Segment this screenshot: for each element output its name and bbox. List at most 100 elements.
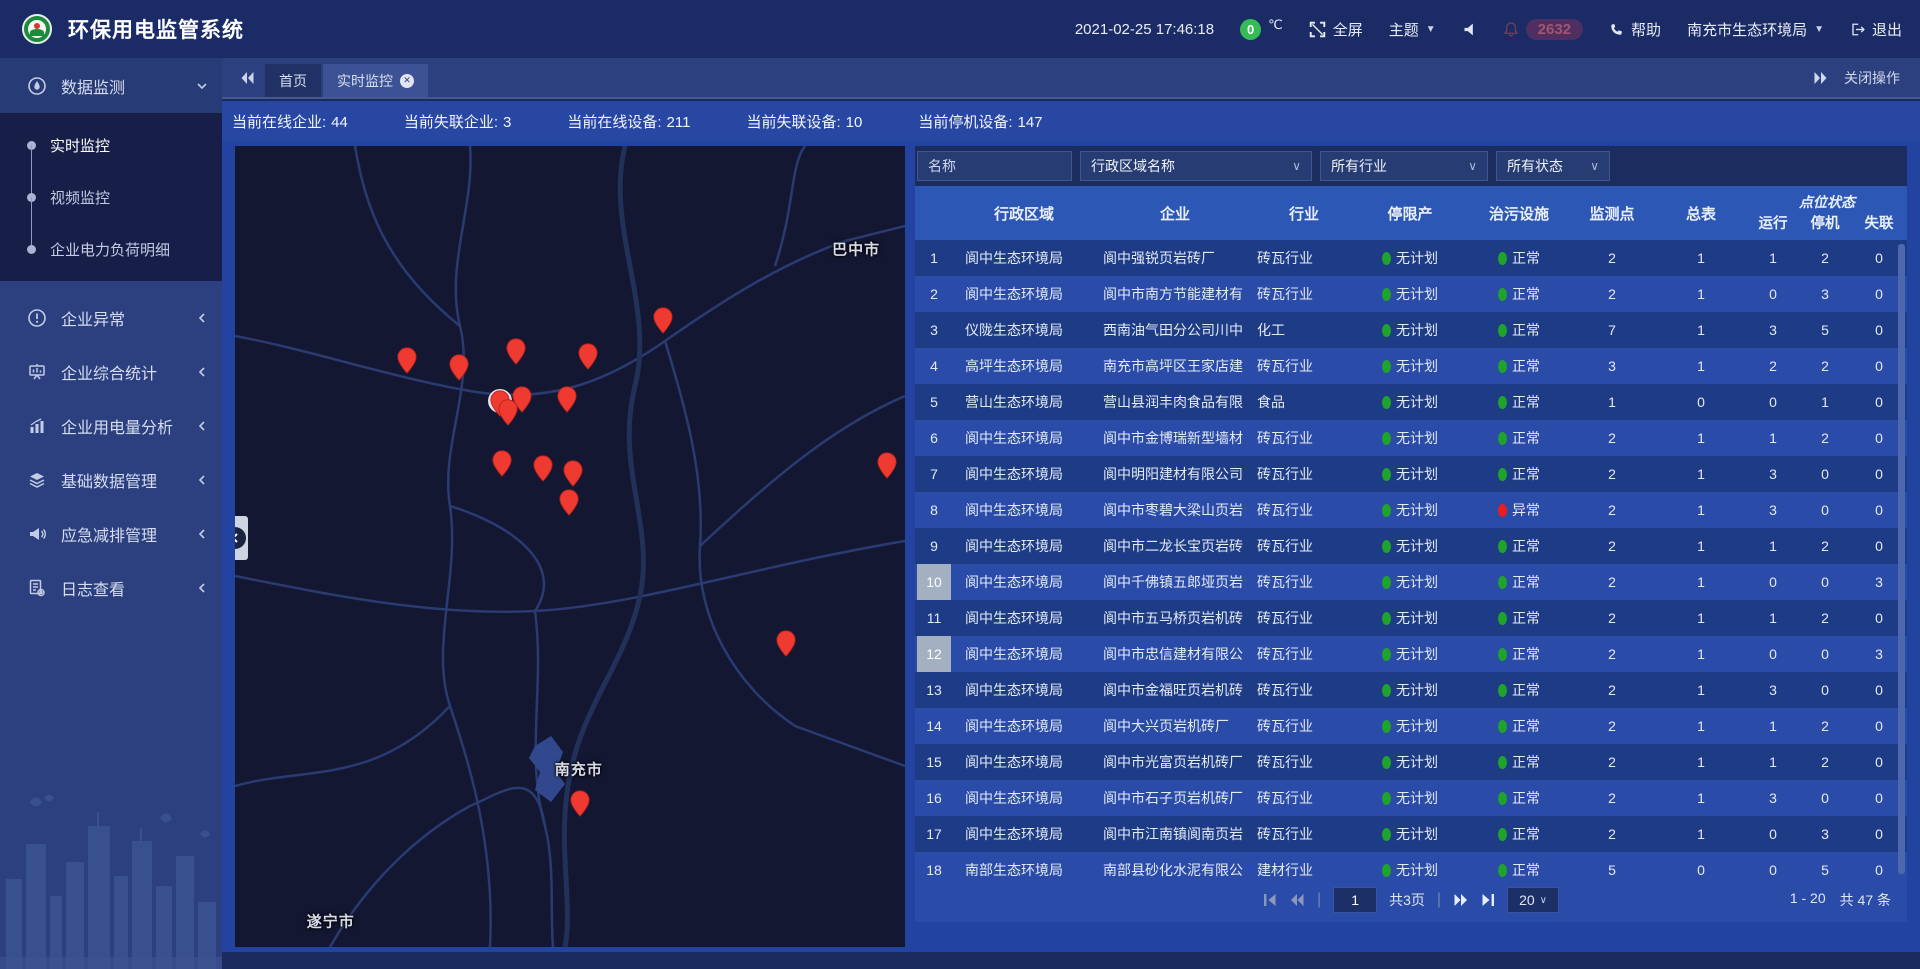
- map-pin[interactable]: [562, 460, 583, 487]
- chevron-left-icon: [196, 528, 208, 540]
- theme-dropdown[interactable]: 主题▼: [1389, 19, 1436, 40]
- sidebar-item-log-viewer[interactable]: 日志查看: [0, 561, 222, 615]
- name-search-input[interactable]: [917, 151, 1072, 181]
- vertical-scrollbar[interactable]: [1898, 244, 1905, 874]
- status-dot: [1382, 756, 1391, 769]
- map-pin[interactable]: [558, 489, 579, 516]
- cell-limit-status: 无计划: [1351, 644, 1469, 664]
- row-number: 17: [917, 816, 951, 852]
- map-pin[interactable]: [396, 347, 417, 374]
- tab-close-icon[interactable]: ✕: [400, 74, 414, 88]
- help-button[interactable]: 帮助: [1609, 19, 1661, 40]
- table-row[interactable]: 11 阆中生态环境局 阆中市五马桥页岩机砖 砖瓦行业 无计划 正常 2 1 1 …: [915, 600, 1907, 636]
- sidebar-item-video-monitoring[interactable]: 视频监控: [0, 171, 222, 223]
- tab-realtime-monitoring[interactable]: 实时监控 ✕: [323, 64, 428, 97]
- table-row[interactable]: 1 阆中生态环境局 阆中强锐页岩砖厂 砖瓦行业 无计划 正常 2 1 1 2 0: [915, 240, 1907, 276]
- logout-button[interactable]: 退出: [1850, 19, 1902, 40]
- table-row[interactable]: 17 阆中生态环境局 阆中市江南镇阆南页岩 砖瓦行业 无计划 正常 2 1 0 …: [915, 816, 1907, 852]
- table-row[interactable]: 10 阆中生态环境局 阆中千佛镇五郎垭页岩 砖瓦行业 无计划 正常 2 1 0 …: [915, 564, 1907, 600]
- sidebar-item-power-load-detail[interactable]: 企业电力负荷明细: [0, 223, 222, 275]
- table-row[interactable]: 6 阆中生态环境局 阆中市金博瑞新型墙材 砖瓦行业 无计划 正常 2 1 1 2…: [915, 420, 1907, 456]
- cell-region: 阆中生态环境局: [953, 608, 1095, 628]
- notifications-widget[interactable]: 2632: [1503, 19, 1583, 40]
- pin-icon: [505, 338, 526, 365]
- region-filter-select[interactable]: 行政区域名称∨: [1080, 151, 1312, 181]
- map-pin[interactable]: [570, 790, 591, 817]
- table-row[interactable]: 9 阆中生态环境局 阆中市二龙长宝页岩砖 砖瓦行业 无计划 正常 2 1 1 2…: [915, 528, 1907, 564]
- last-page-button[interactable]: [1481, 893, 1495, 907]
- sidebar-item-emergency-reduction[interactable]: 应急减排管理: [0, 507, 222, 561]
- cell-company: 营山县润丰肉食品有限: [1095, 392, 1255, 412]
- status-dot: [1382, 612, 1391, 625]
- divider: |: [1317, 891, 1321, 909]
- cell-points: 1: [1569, 394, 1655, 410]
- table-row[interactable]: 5 营山生态环境局 营山县润丰肉食品有限 食品 无计划 正常 1 0 0 1 0: [915, 384, 1907, 420]
- first-page-button[interactable]: [1263, 893, 1277, 907]
- table-row[interactable]: 15 阆中生态环境局 阆中市光富页岩机砖厂 砖瓦行业 无计划 正常 2 1 1 …: [915, 744, 1907, 780]
- sidebar-item-enterprise-abnormal[interactable]: 企业异常: [0, 291, 222, 345]
- status-dot: [1498, 540, 1507, 553]
- map-pin[interactable]: [578, 343, 599, 370]
- org-dropdown[interactable]: 南充市生态环境局▼: [1687, 19, 1824, 40]
- chevron-down-icon: ▼: [1426, 24, 1436, 35]
- tabs-scroll-left-button[interactable]: [240, 71, 255, 85]
- map-collapse-button[interactable]: [235, 516, 248, 560]
- cell-stop: 0: [1799, 502, 1851, 518]
- map[interactable]: 巴中市南充市遂宁市: [235, 146, 905, 947]
- sidebar-item-data-monitoring[interactable]: 数据监测: [0, 58, 222, 113]
- table-row[interactable]: 18 南部生态环境局 南部县砂化水泥有限公 建材行业 无计划 正常 5 0 0 …: [915, 852, 1907, 878]
- chevron-down-icon: ∨: [1590, 159, 1599, 173]
- page-size-select[interactable]: 20 ∨: [1507, 887, 1559, 913]
- cell-stop: 2: [1799, 610, 1851, 626]
- chevron-down-icon: ∨: [1292, 159, 1301, 173]
- prev-page-button[interactable]: [1289, 893, 1305, 907]
- map-pin[interactable]: [505, 338, 526, 365]
- page-number-input[interactable]: [1333, 887, 1377, 913]
- table-row[interactable]: 13 阆中生态环境局 阆中市金福旺页岩机砖 砖瓦行业 无计划 正常 2 1 3 …: [915, 672, 1907, 708]
- fullscreen-button[interactable]: 全屏: [1309, 19, 1363, 40]
- map-pin[interactable]: [512, 386, 533, 413]
- sidebar-item-power-usage-analysis[interactable]: 企业用电量分析: [0, 399, 222, 453]
- speaker-icon: [1462, 22, 1477, 37]
- map-pin[interactable]: [775, 630, 796, 657]
- table-row[interactable]: 8 阆中生态环境局 阆中市枣碧大梁山页岩 砖瓦行业 无计划 异常 2 1 3 0…: [915, 492, 1907, 528]
- stats-bar: 当前在线企业:44 当前失联企业:3 当前在线设备:211 当前失联设备:10 …: [222, 101, 1920, 141]
- table-row[interactable]: 12 阆中生态环境局 阆中市忠信建材有限公 砖瓦行业 无计划 正常 2 1 0 …: [915, 636, 1907, 672]
- data-monitor-icon: [27, 76, 47, 96]
- sidebar-item-realtime-monitoring[interactable]: 实时监控: [0, 119, 222, 171]
- table-row[interactable]: 3 仪陇生态环境局 西南油气田分公司川中 化工 无计划 正常 7 1 3 5 0: [915, 312, 1907, 348]
- pin-icon: [775, 630, 796, 657]
- map-pin[interactable]: [449, 354, 470, 381]
- map-pin[interactable]: [557, 386, 578, 413]
- table-row[interactable]: 14 阆中生态环境局 阆中大兴页岩机砖厂 砖瓦行业 无计划 正常 2 1 1 2…: [915, 708, 1907, 744]
- table-row[interactable]: 7 阆中生态环境局 阆中明阳建材有限公司 砖瓦行业 无计划 正常 2 1 3 0…: [915, 456, 1907, 492]
- cell-points: 2: [1569, 502, 1655, 518]
- cell-company: 阆中市石子页岩机砖厂: [1095, 788, 1255, 808]
- table-header: 行政区域 企业 行业 停限产 治污设施 监测点 总表 点位状态 运行 停机 失联: [915, 186, 1907, 240]
- sidebar-item-enterprise-statistics[interactable]: 企业综合统计: [0, 345, 222, 399]
- sidebar-item-base-data-management[interactable]: 基础数据管理: [0, 453, 222, 507]
- cell-run: 3: [1747, 790, 1799, 806]
- tab-home[interactable]: 首页: [265, 64, 321, 97]
- map-pin[interactable]: [653, 307, 674, 334]
- cell-run: 3: [1747, 322, 1799, 338]
- cell-facility-status: 异常: [1469, 500, 1569, 520]
- cell-limit-status: 无计划: [1351, 860, 1469, 878]
- divider: |: [1437, 891, 1441, 909]
- map-pin[interactable]: [533, 455, 554, 482]
- map-pin[interactable]: [492, 450, 513, 477]
- status-dot: [1498, 828, 1507, 841]
- sound-button[interactable]: [1462, 22, 1477, 37]
- table-row[interactable]: 16 阆中生态环境局 阆中市石子页岩机砖厂 砖瓦行业 无计划 正常 2 1 3 …: [915, 780, 1907, 816]
- map-pin[interactable]: [876, 452, 897, 479]
- table-row[interactable]: 2 阆中生态环境局 阆中市南方节能建材有 砖瓦行业 无计划 正常 2 1 0 3…: [915, 276, 1907, 312]
- cell-facility-status: 正常: [1469, 464, 1569, 484]
- industry-filter-select[interactable]: 所有行业∨: [1320, 151, 1488, 181]
- col-header-company: 企业: [1095, 186, 1255, 240]
- close-operations-dropdown[interactable]: 关闭操作: [1813, 68, 1900, 88]
- cell-run: 1: [1747, 718, 1799, 734]
- table-row[interactable]: 4 高坪生态环境局 南充市高坪区王家店建 砖瓦行业 无计划 正常 3 1 2 2…: [915, 348, 1907, 384]
- status-filter-select[interactable]: 所有状态∨: [1496, 151, 1610, 181]
- cell-run: 1: [1747, 754, 1799, 770]
- next-page-button[interactable]: [1453, 893, 1469, 907]
